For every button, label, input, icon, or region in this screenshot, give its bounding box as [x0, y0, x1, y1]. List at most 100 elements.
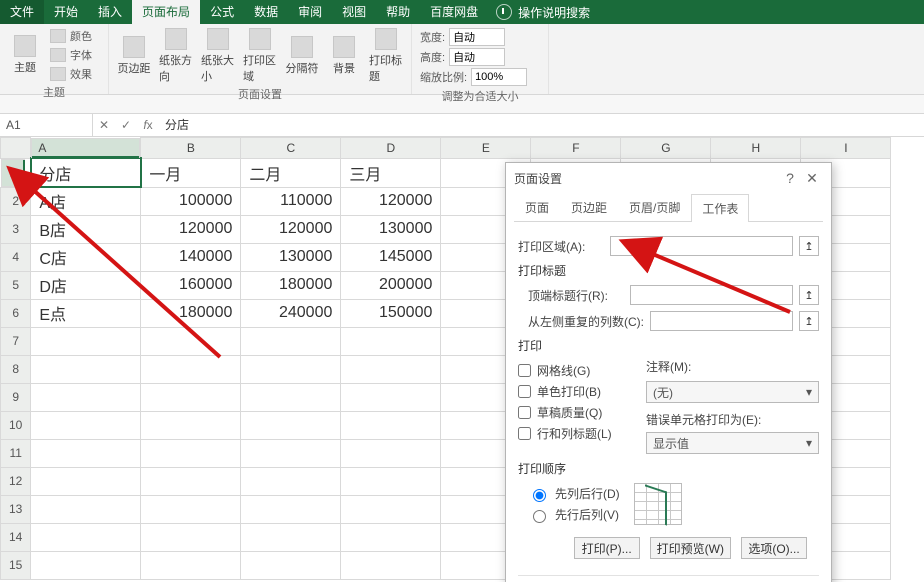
cell[interactable] [341, 411, 441, 439]
cell[interactable] [241, 383, 341, 411]
select-errors[interactable]: 显示值▾ [646, 432, 819, 454]
cell[interactable]: E点 [31, 299, 141, 327]
tab-view[interactable]: 视图 [332, 0, 376, 24]
cell[interactable] [31, 551, 141, 579]
theme-colors[interactable]: 颜色 [50, 28, 92, 44]
cell[interactable] [241, 355, 341, 383]
cell[interactable]: 150000 [341, 299, 441, 327]
cell[interactable]: 120000 [141, 215, 241, 243]
row-header[interactable]: 3 [1, 215, 31, 243]
fit-width-input[interactable] [449, 28, 505, 46]
cell[interactable] [31, 467, 141, 495]
cell[interactable]: 120000 [241, 215, 341, 243]
cell[interactable]: 240000 [241, 299, 341, 327]
cell[interactable] [141, 551, 241, 579]
tab-baidu[interactable]: 百度网盘 [420, 0, 488, 24]
orientation-button[interactable]: 纸张方向 [159, 28, 193, 84]
input-top-row[interactable] [630, 285, 793, 305]
input-left-col[interactable] [650, 311, 793, 331]
row-header[interactable]: 14 [1, 523, 31, 551]
cell[interactable] [241, 439, 341, 467]
col-header-D[interactable]: D [341, 138, 441, 159]
column-headers[interactable]: A B C D E F G H I [1, 138, 891, 159]
cell[interactable] [31, 383, 141, 411]
cell[interactable]: 145000 [341, 243, 441, 271]
btn-options[interactable]: 选项(O)... [741, 537, 807, 559]
row-header[interactable]: 6 [1, 299, 31, 327]
cell[interactable] [341, 551, 441, 579]
cell[interactable] [341, 523, 441, 551]
cell[interactable]: C店 [31, 243, 141, 271]
col-header-B[interactable]: B [141, 138, 241, 159]
dlg-tab-page[interactable]: 页面 [514, 193, 560, 221]
cell[interactable] [141, 355, 241, 383]
cell[interactable] [31, 439, 141, 467]
fx-icon[interactable]: fx [137, 118, 159, 132]
cell[interactable] [141, 383, 241, 411]
cell[interactable]: 三月 [341, 158, 441, 187]
dialog-help-icon[interactable]: ? [779, 170, 801, 187]
row-header[interactable]: 13 [1, 495, 31, 523]
cell[interactable] [31, 495, 141, 523]
cell[interactable]: 200000 [341, 271, 441, 299]
tab-formulas[interactable]: 公式 [200, 0, 244, 24]
cb-bw[interactable] [518, 385, 531, 398]
cell[interactable]: B店 [31, 215, 141, 243]
col-header-C[interactable]: C [241, 138, 341, 159]
dlg-tab-header[interactable]: 页眉/页脚 [618, 193, 691, 221]
radio-over-down[interactable] [533, 510, 546, 523]
cell[interactable]: A店 [31, 187, 141, 215]
picker-top-row[interactable]: ↥ [799, 285, 819, 305]
theme-effects[interactable]: 效果 [50, 66, 92, 82]
cell[interactable] [31, 327, 141, 355]
cell[interactable] [341, 495, 441, 523]
fit-height[interactable]: 高度: [420, 48, 540, 66]
tab-review[interactable]: 审阅 [288, 0, 332, 24]
tell-me-search[interactable]: 操作说明搜索 [496, 0, 590, 24]
cell[interactable]: 一月 [141, 158, 241, 187]
fit-width[interactable]: 宽度: [420, 28, 540, 46]
print-area-button[interactable]: 打印区域 [243, 28, 277, 84]
cell[interactable] [141, 467, 241, 495]
cell[interactable] [241, 523, 341, 551]
col-header-F[interactable]: F [531, 138, 621, 159]
cell[interactable] [31, 523, 141, 551]
dialog-close-icon[interactable]: ✕ [801, 170, 823, 187]
fit-scale-input[interactable] [471, 68, 527, 86]
col-header-A[interactable]: A [31, 138, 140, 158]
row-header[interactable]: 12 [1, 467, 31, 495]
name-box[interactable]: A1 [0, 114, 93, 136]
picker-left-col[interactable]: ↥ [799, 311, 819, 331]
col-header-G[interactable]: G [621, 138, 711, 159]
cb-gridlines[interactable] [518, 364, 531, 377]
tab-page-layout[interactable]: 页面布局 [132, 0, 200, 24]
cell[interactable] [141, 327, 241, 355]
tab-data[interactable]: 数据 [244, 0, 288, 24]
themes-button[interactable]: 主题 [8, 35, 42, 75]
cell[interactable]: 140000 [141, 243, 241, 271]
cancel-fx-icon[interactable]: ✕ [93, 118, 115, 132]
cell[interactable] [241, 495, 341, 523]
cell[interactable] [241, 327, 341, 355]
row-header[interactable]: 7 [1, 327, 31, 355]
row-header[interactable]: 15 [1, 551, 31, 579]
cell[interactable] [141, 411, 241, 439]
cell[interactable]: 130000 [341, 215, 441, 243]
cell[interactable] [31, 355, 141, 383]
cell[interactable] [141, 439, 241, 467]
margins-button[interactable]: 页边距 [117, 36, 151, 76]
row-header[interactable]: 1 [1, 159, 25, 187]
background-button[interactable]: 背景 [327, 36, 361, 76]
cb-draft[interactable] [518, 406, 531, 419]
cell[interactable]: 100000 [141, 187, 241, 215]
cell[interactable]: 分店 [31, 158, 141, 187]
cell[interactable] [31, 411, 141, 439]
row-header[interactable]: 5 [1, 271, 31, 299]
col-header-H[interactable]: H [711, 138, 801, 159]
col-header-I[interactable]: I [801, 138, 891, 159]
cell[interactable] [141, 495, 241, 523]
cell[interactable]: 130000 [241, 243, 341, 271]
btn-preview[interactable]: 打印预览(W) [650, 537, 731, 559]
cell[interactable]: 180000 [241, 271, 341, 299]
fit-scale[interactable]: 缩放比例: [420, 68, 540, 86]
